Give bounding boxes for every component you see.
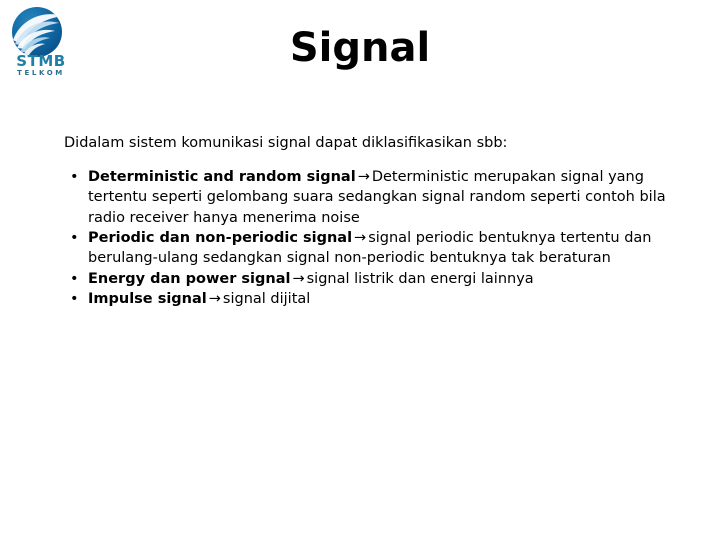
list-item: • Impulse signal → signal dijital: [64, 289, 688, 309]
bullet-dot-icon: •: [70, 230, 79, 247]
telkom-swirl-icon: [11, 6, 63, 58]
bullet-lead-text: Energy dan power signal: [88, 270, 291, 287]
bullet-lead-text: Periodic dan non-periodic signal: [88, 230, 353, 247]
logo-secondary-text: TELKOM: [17, 69, 65, 77]
bullet-body-text: signal dijital: [222, 290, 311, 307]
list-item: • Energy dan power signal → signal listrik …: [64, 269, 688, 289]
list-item: • Periodic dan non-periodic signal → signal…: [64, 228, 688, 269]
bullet-body-text: signal listrik dan energi lainnya: [306, 270, 534, 287]
bullet-lead-text: Deterministic and random signal: [88, 169, 356, 186]
bullet-dot-icon: •: [70, 169, 79, 186]
bullet-lead-text: Impulse signal: [88, 290, 207, 307]
right-arrow-icon: →: [354, 230, 367, 247]
bullet-dot-icon: •: [70, 270, 79, 287]
slide-body: Didalam sistem komunikasi signal dapat d…: [64, 134, 688, 309]
presentation-slide: STMB TELKOM Signal Didalam sistem komuni…: [0, 0, 720, 540]
list-item: • Deterministic and random signal → Determi…: [64, 167, 688, 228]
classification-bullet-list: • Deterministic and random signal → Determi…: [64, 167, 688, 309]
right-arrow-icon: →: [357, 169, 370, 186]
right-arrow-icon: →: [208, 290, 221, 307]
bullet-dot-icon: •: [70, 290, 79, 307]
slide-title: Signal: [289, 25, 431, 71]
intro-paragraph: Didalam sistem komunikasi signal dapat d…: [64, 135, 508, 151]
right-arrow-icon: →: [292, 270, 305, 287]
